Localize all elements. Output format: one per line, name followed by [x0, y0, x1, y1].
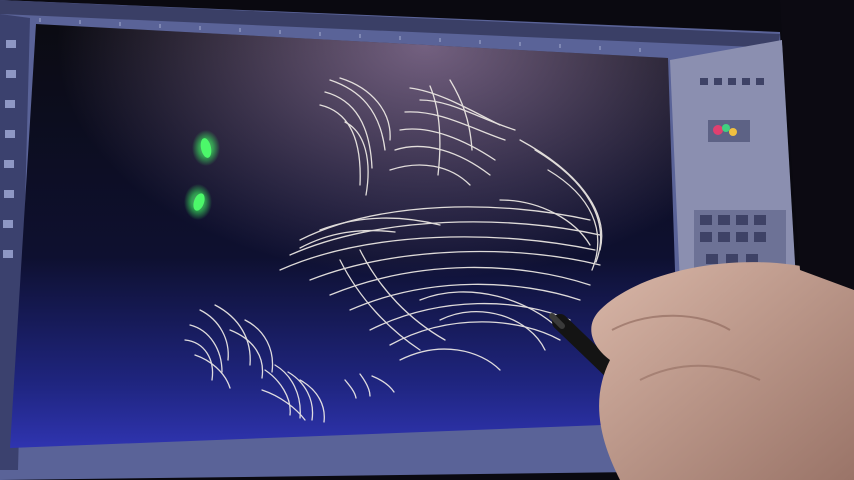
color-swatch-icon — [708, 120, 750, 142]
photo-scene — [0, 0, 854, 480]
